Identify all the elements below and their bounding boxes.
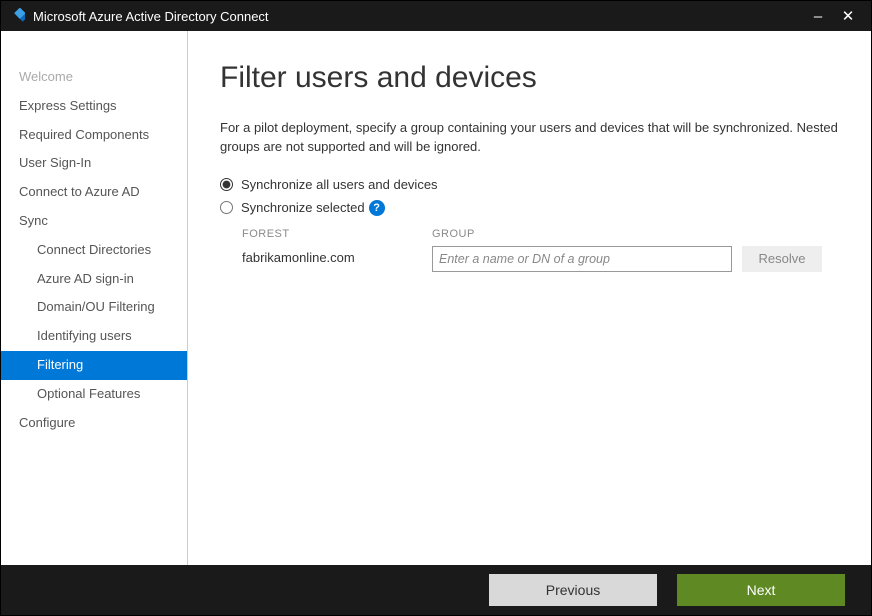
previous-button[interactable]: Previous: [489, 574, 657, 606]
window-title: Microsoft Azure Active Directory Connect: [33, 9, 803, 24]
nav-identifying-users[interactable]: Identifying users: [1, 322, 187, 351]
next-button[interactable]: Next: [677, 574, 845, 606]
page-title: Filter users and devices: [220, 61, 841, 95]
titlebar: Microsoft Azure Active Directory Connect…: [1, 1, 871, 31]
app-window: Microsoft Azure Active Directory Connect…: [0, 0, 872, 616]
nav-connect-directories[interactable]: Connect Directories: [1, 236, 187, 265]
radio-sync-all-label: Synchronize all users and devices: [241, 177, 438, 192]
nav-domain-ou-filtering[interactable]: Domain/OU Filtering: [1, 293, 187, 322]
nav-required-components[interactable]: Required Components: [1, 121, 187, 150]
radio-sync-all[interactable]: Synchronize all users and devices: [220, 177, 841, 192]
nav-azure-ad-signin[interactable]: Azure AD sign-in: [1, 265, 187, 294]
radio-sync-selected[interactable]: Synchronize selected ?: [220, 200, 841, 216]
footer-bar: Previous Next: [1, 565, 871, 615]
page-description: For a pilot deployment, specify a group …: [220, 119, 841, 157]
group-input[interactable]: [432, 246, 732, 272]
nav-configure[interactable]: Configure: [1, 409, 187, 438]
nav-sidebar: Welcome Express Settings Required Compon…: [1, 31, 188, 565]
minimize-button[interactable]: –: [803, 2, 833, 30]
resolve-button[interactable]: Resolve: [742, 246, 822, 272]
help-icon[interactable]: ?: [369, 200, 385, 216]
nav-express-settings[interactable]: Express Settings: [1, 92, 187, 121]
nav-optional-features[interactable]: Optional Features: [1, 380, 187, 409]
nav-user-signin[interactable]: User Sign-In: [1, 149, 187, 178]
radio-sync-selected-label: Synchronize selected: [241, 200, 365, 215]
forest-group-grid: FOREST GROUP fabrikamonline.com Resolve: [242, 228, 841, 272]
forest-value: fabrikamonline.com: [242, 246, 422, 272]
nav-filtering[interactable]: Filtering: [1, 351, 187, 380]
nav-connect-azure-ad[interactable]: Connect to Azure AD: [1, 178, 187, 207]
column-header-forest: FOREST: [242, 228, 422, 240]
column-header-group: GROUP: [432, 228, 732, 240]
content-area: Welcome Express Settings Required Compon…: [1, 31, 871, 565]
azure-logo-icon: [9, 8, 25, 24]
nav-sync[interactable]: Sync: [1, 207, 187, 236]
main-panel: Filter users and devices For a pilot dep…: [188, 31, 871, 565]
radio-sync-selected-input[interactable]: [220, 201, 233, 214]
nav-welcome: Welcome: [1, 63, 187, 92]
radio-sync-all-input[interactable]: [220, 178, 233, 191]
close-button[interactable]: ✕: [833, 2, 863, 30]
